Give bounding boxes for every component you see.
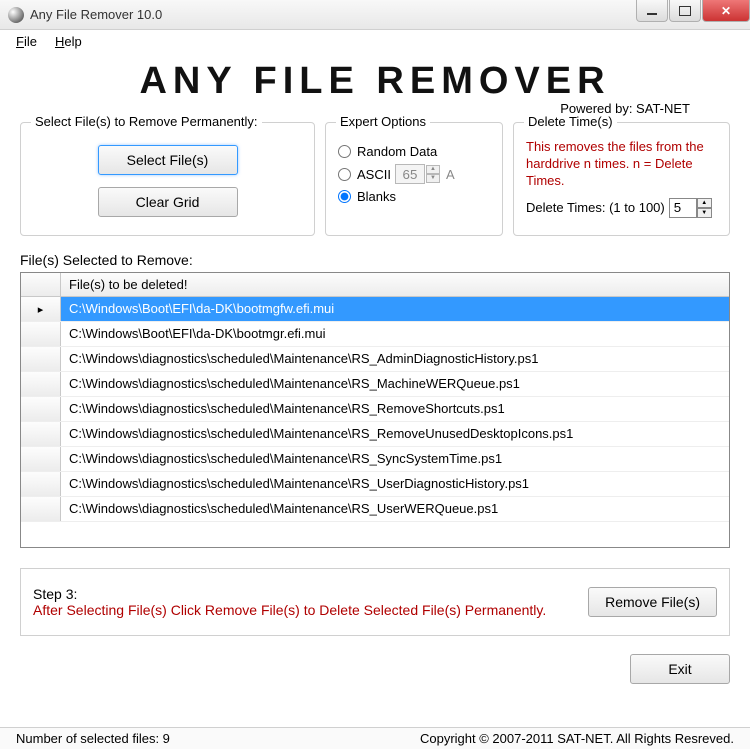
row-header[interactable] [21, 397, 61, 421]
app-title: ANY FILE REMOVER Powered by: SAT-NET [20, 60, 730, 116]
window-title: Any File Remover 10.0 [30, 7, 635, 22]
step3-panel: Step 3: After Selecting File(s) Click Re… [20, 568, 730, 636]
delete-times-group: Delete Time(s) This removes the files fr… [513, 122, 730, 236]
delete-times-spinner[interactable]: ▲▼ [697, 198, 712, 218]
grid-header: File(s) to be deleted! [21, 273, 729, 297]
files-selected-label: File(s) Selected to Remove: [20, 252, 730, 268]
menu-file[interactable]: File [16, 34, 37, 49]
select-files-group: Select File(s) to Remove Permanently: Se… [20, 122, 315, 236]
minimize-button[interactable] [636, 0, 668, 22]
row-header[interactable] [21, 322, 61, 346]
statusbar: Number of selected files: 9 Copyright © … [0, 727, 750, 749]
file-path-cell[interactable]: C:\Windows\diagnostics\scheduled\Mainten… [61, 372, 729, 396]
status-copyright: Copyright © 2007-2011 SAT-NET. All Right… [420, 731, 734, 746]
app-title-text: ANY FILE REMOVER [20, 60, 730, 103]
step3-instruction: After Selecting File(s) Click Remove Fil… [33, 602, 588, 618]
table-row[interactable]: C:\Windows\diagnostics\scheduled\Mainten… [21, 397, 729, 422]
titlebar: Any File Remover 10.0 [0, 0, 750, 30]
radio-blanks[interactable]: Blanks [338, 189, 490, 204]
file-path-cell[interactable]: C:\Windows\Boot\EFI\da-DK\bootmgfw.efi.m… [61, 297, 729, 321]
file-path-cell[interactable]: C:\Windows\diagnostics\scheduled\Mainten… [61, 472, 729, 496]
menu-help[interactable]: Help [55, 34, 82, 49]
app-icon [8, 7, 24, 23]
radio-random-data[interactable]: Random Data [338, 144, 490, 159]
row-header[interactable] [21, 422, 61, 446]
row-header[interactable] [21, 372, 61, 396]
row-header[interactable] [21, 497, 61, 521]
select-files-button[interactable]: Select File(s) [98, 145, 238, 175]
maximize-button[interactable] [669, 0, 701, 22]
ascii-char-label: A [446, 167, 455, 182]
file-path-cell[interactable]: C:\Windows\diagnostics\scheduled\Mainten… [61, 422, 729, 446]
table-row[interactable]: C:\Windows\diagnostics\scheduled\Mainten… [21, 497, 729, 522]
table-row[interactable]: C:\Windows\diagnostics\scheduled\Mainten… [21, 422, 729, 447]
file-path-cell[interactable]: C:\Windows\diagnostics\scheduled\Mainten… [61, 397, 729, 421]
table-row[interactable]: C:\Windows\Boot\EFI\da-DK\bootmgr.efi.mu… [21, 322, 729, 347]
close-button[interactable] [702, 0, 750, 22]
table-row[interactable]: C:\Windows\diagnostics\scheduled\Mainten… [21, 472, 729, 497]
remove-files-button[interactable]: Remove File(s) [588, 587, 717, 617]
table-row[interactable]: C:\Windows\diagnostics\scheduled\Mainten… [21, 447, 729, 472]
expert-options-legend: Expert Options [336, 114, 430, 129]
menubar: File Help [0, 30, 750, 52]
table-row[interactable]: C:\Windows\Boot\EFI\da-DK\bootmgfw.efi.m… [21, 297, 729, 322]
delete-times-label: Delete Times: (1 to 100) [526, 200, 665, 215]
grid-column-header[interactable]: File(s) to be deleted! [61, 273, 729, 296]
status-file-count: Number of selected files: 9 [16, 731, 420, 746]
delete-times-legend: Delete Time(s) [524, 114, 617, 129]
file-path-cell[interactable]: C:\Windows\Boot\EFI\da-DK\bootmgr.efi.mu… [61, 322, 729, 346]
step3-label: Step 3: [33, 586, 588, 602]
row-header[interactable] [21, 347, 61, 371]
table-row[interactable]: C:\Windows\diagnostics\scheduled\Mainten… [21, 372, 729, 397]
file-path-cell[interactable]: C:\Windows\diagnostics\scheduled\Mainten… [61, 497, 729, 521]
delete-times-warning: This removes the files from the harddriv… [526, 139, 717, 190]
file-path-cell[interactable]: C:\Windows\diagnostics\scheduled\Mainten… [61, 447, 729, 471]
expert-options-group: Expert Options Random Data ASCII ▲▼ A Bl… [325, 122, 503, 236]
radio-ascii[interactable]: ASCII ▲▼ A [338, 164, 490, 184]
ascii-spinner: ▲▼ [426, 165, 440, 183]
row-header[interactable] [21, 472, 61, 496]
exit-button[interactable]: Exit [630, 654, 730, 684]
delete-times-input[interactable] [669, 198, 697, 218]
file-path-cell[interactable]: C:\Windows\diagnostics\scheduled\Mainten… [61, 347, 729, 371]
files-grid[interactable]: File(s) to be deleted! C:\Windows\Boot\E… [20, 272, 730, 548]
ascii-value-input [395, 164, 425, 184]
row-header[interactable] [21, 447, 61, 471]
table-row[interactable]: C:\Windows\diagnostics\scheduled\Mainten… [21, 347, 729, 372]
clear-grid-button[interactable]: Clear Grid [98, 187, 238, 217]
select-files-legend: Select File(s) to Remove Permanently: [31, 114, 262, 129]
row-header[interactable] [21, 297, 61, 321]
